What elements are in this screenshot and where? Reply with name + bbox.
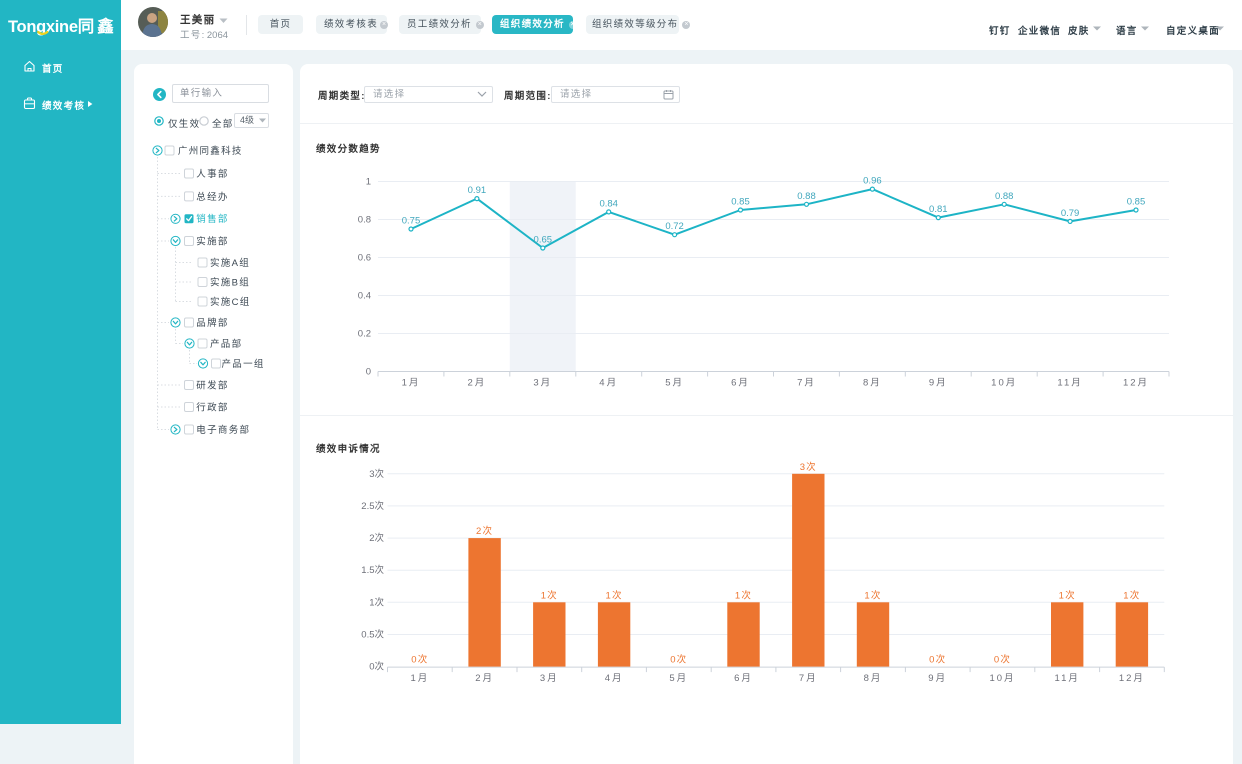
svg-text:3月: 3月	[533, 378, 552, 389]
svg-text:研发部: 研发部	[196, 379, 228, 391]
svg-text:11月: 11月	[1055, 673, 1080, 684]
svg-text:3次: 3次	[369, 468, 384, 480]
svg-text:0次: 0次	[994, 654, 1011, 666]
svg-text:2次: 2次	[476, 525, 493, 537]
svg-text:0.88: 0.88	[995, 191, 1014, 202]
svg-text:实施C组: 实施C组	[210, 296, 251, 308]
svg-text:0.88: 0.88	[797, 191, 816, 202]
svg-text:1.5次: 1.5次	[361, 564, 384, 576]
svg-text:2次: 2次	[369, 532, 384, 544]
svg-text:12月: 12月	[1119, 673, 1145, 684]
svg-text:1次: 1次	[864, 589, 881, 601]
svg-text:5月: 5月	[669, 673, 688, 684]
svg-text:品牌部: 品牌部	[196, 317, 228, 329]
svg-text:5月: 5月	[665, 378, 684, 389]
svg-text:广州同鑫科技: 广州同鑫科技	[178, 145, 243, 157]
svg-text:0次: 0次	[670, 654, 687, 666]
svg-text:1次: 1次	[735, 589, 752, 601]
svg-text:9月: 9月	[928, 673, 947, 684]
svg-text:11月: 11月	[1057, 378, 1082, 389]
svg-text:1次: 1次	[606, 589, 623, 601]
svg-text:实施部: 实施部	[196, 235, 228, 247]
svg-text:0.6: 0.6	[358, 253, 371, 264]
svg-text:0.79: 0.79	[1061, 208, 1080, 219]
svg-text:0次: 0次	[929, 654, 946, 666]
svg-text:6月: 6月	[734, 673, 753, 684]
svg-text:实施A组: 实施A组	[210, 257, 250, 269]
svg-text:1次: 1次	[369, 596, 384, 608]
svg-text:1: 1	[366, 177, 371, 188]
svg-text:7月: 7月	[797, 378, 816, 389]
svg-text:销售部: 销售部	[196, 213, 228, 225]
svg-text:8月: 8月	[864, 673, 883, 684]
svg-text:1次: 1次	[1123, 589, 1140, 601]
svg-text:0.4: 0.4	[358, 291, 371, 302]
svg-text:1月: 1月	[411, 673, 430, 684]
svg-text:产品一组: 产品一组	[222, 358, 265, 370]
svg-text:4月: 4月	[599, 378, 618, 389]
svg-text:2.5次: 2.5次	[361, 500, 384, 512]
svg-text:12月: 12月	[1123, 378, 1149, 389]
svg-text:0.85: 0.85	[731, 197, 750, 208]
svg-text:实施B组: 实施B组	[210, 276, 250, 288]
svg-text:0.75: 0.75	[402, 216, 421, 227]
svg-text:0.2: 0.2	[358, 329, 371, 340]
svg-text:产品部: 产品部	[210, 338, 242, 350]
svg-text:3次: 3次	[800, 461, 817, 473]
svg-text:电子商务部: 电子商务部	[196, 424, 250, 436]
svg-text:4月: 4月	[605, 673, 624, 684]
svg-text:0.96: 0.96	[863, 176, 882, 187]
svg-text:2月: 2月	[475, 673, 494, 684]
svg-text:总经办: 总经办	[196, 191, 228, 203]
svg-text:0.81: 0.81	[929, 204, 948, 215]
svg-text:8月: 8月	[863, 378, 882, 389]
svg-text:0次: 0次	[369, 661, 384, 673]
svg-text:6月: 6月	[731, 378, 750, 389]
svg-text:1次: 1次	[1059, 589, 1076, 601]
svg-text:0次: 0次	[411, 654, 428, 666]
svg-text:0.91: 0.91	[468, 185, 487, 196]
svg-text:0.5次: 0.5次	[361, 629, 384, 641]
svg-text:9月: 9月	[929, 378, 948, 389]
svg-text:0.65: 0.65	[534, 235, 553, 246]
svg-text:3月: 3月	[540, 673, 559, 684]
svg-text:行政部: 行政部	[196, 401, 228, 413]
svg-text:10月: 10月	[989, 673, 1015, 684]
svg-text:0.84: 0.84	[599, 198, 618, 209]
svg-text:2月: 2月	[468, 378, 487, 389]
svg-text:10月: 10月	[991, 378, 1017, 389]
svg-text:0.85: 0.85	[1127, 197, 1146, 208]
svg-text:1次: 1次	[541, 589, 558, 601]
svg-text:1月: 1月	[402, 378, 421, 389]
svg-text:7月: 7月	[799, 673, 818, 684]
svg-text:0.8: 0.8	[358, 215, 371, 226]
svg-text:0.72: 0.72	[665, 221, 684, 232]
svg-text:0: 0	[366, 367, 371, 378]
svg-text:人事部: 人事部	[196, 168, 228, 180]
